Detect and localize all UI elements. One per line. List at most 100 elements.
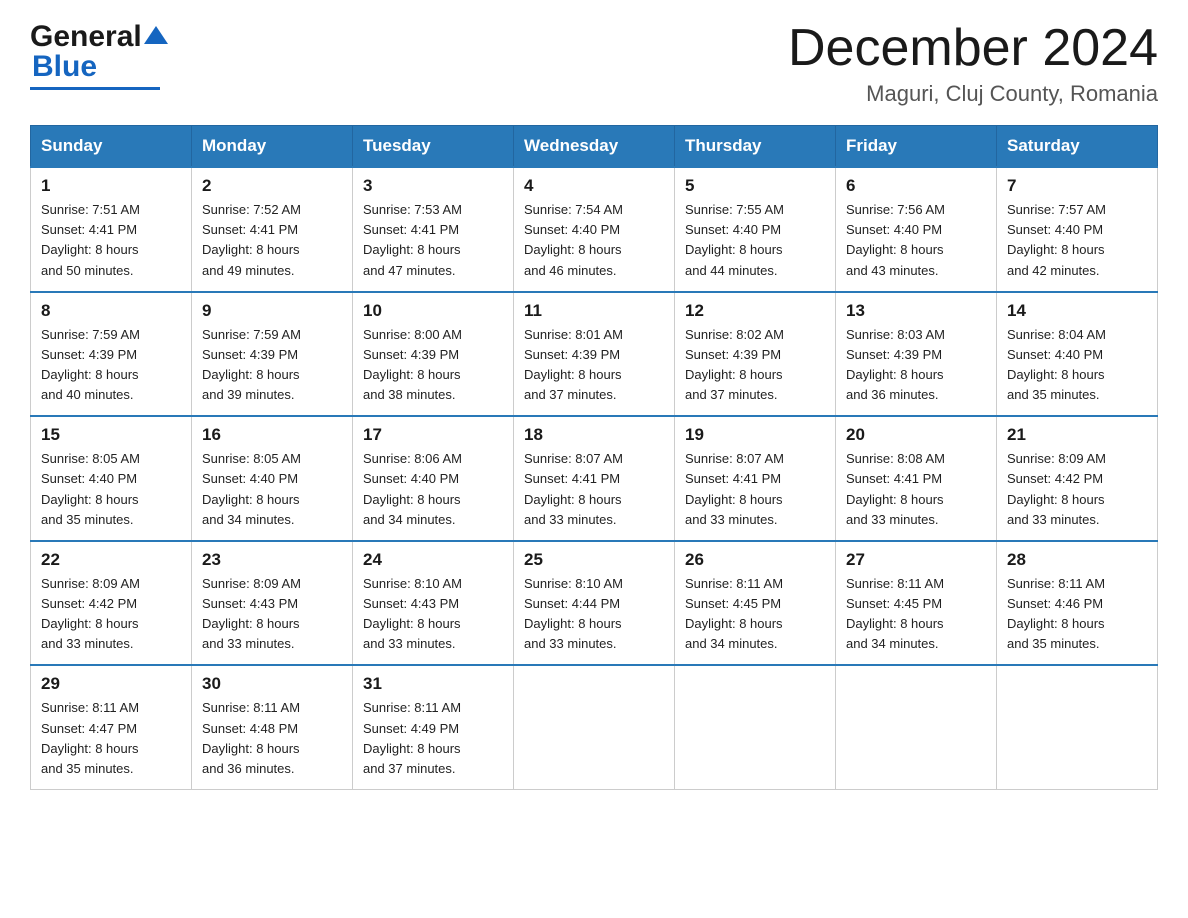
day-number: 18: [524, 425, 664, 445]
weekday-header-row: SundayMondayTuesdayWednesdayThursdayFrid…: [31, 126, 1158, 168]
day-info: Sunrise: 8:11 AM Sunset: 4:45 PM Dayligh…: [846, 574, 986, 655]
day-info: Sunrise: 8:07 AM Sunset: 4:41 PM Dayligh…: [685, 449, 825, 530]
day-cell-1: 1 Sunrise: 7:51 AM Sunset: 4:41 PM Dayli…: [31, 167, 192, 292]
day-info: Sunrise: 7:55 AM Sunset: 4:40 PM Dayligh…: [685, 200, 825, 281]
month-year-title: December 2024: [788, 20, 1158, 77]
day-number: 3: [363, 176, 503, 196]
day-info: Sunrise: 8:09 AM Sunset: 4:42 PM Dayligh…: [1007, 449, 1147, 530]
day-info: Sunrise: 7:56 AM Sunset: 4:40 PM Dayligh…: [846, 200, 986, 281]
day-info: Sunrise: 8:08 AM Sunset: 4:41 PM Dayligh…: [846, 449, 986, 530]
day-cell-25: 25 Sunrise: 8:10 AM Sunset: 4:44 PM Dayl…: [514, 541, 675, 666]
day-number: 13: [846, 301, 986, 321]
week-row-3: 15 Sunrise: 8:05 AM Sunset: 4:40 PM Dayl…: [31, 416, 1158, 541]
day-info: Sunrise: 7:52 AM Sunset: 4:41 PM Dayligh…: [202, 200, 342, 281]
day-cell-4: 4 Sunrise: 7:54 AM Sunset: 4:40 PM Dayli…: [514, 167, 675, 292]
week-row-1: 1 Sunrise: 7:51 AM Sunset: 4:41 PM Dayli…: [31, 167, 1158, 292]
day-info: Sunrise: 8:02 AM Sunset: 4:39 PM Dayligh…: [685, 325, 825, 406]
day-cell-31: 31 Sunrise: 8:11 AM Sunset: 4:49 PM Dayl…: [353, 665, 514, 789]
empty-cell: [514, 665, 675, 789]
day-cell-13: 13 Sunrise: 8:03 AM Sunset: 4:39 PM Dayl…: [836, 292, 997, 417]
day-cell-3: 3 Sunrise: 7:53 AM Sunset: 4:41 PM Dayli…: [353, 167, 514, 292]
location-subtitle: Maguri, Cluj County, Romania: [788, 81, 1158, 107]
day-cell-29: 29 Sunrise: 8:11 AM Sunset: 4:47 PM Dayl…: [31, 665, 192, 789]
day-number: 4: [524, 176, 664, 196]
day-number: 22: [41, 550, 181, 570]
day-number: 24: [363, 550, 503, 570]
day-cell-6: 6 Sunrise: 7:56 AM Sunset: 4:40 PM Dayli…: [836, 167, 997, 292]
day-info: Sunrise: 8:06 AM Sunset: 4:40 PM Dayligh…: [363, 449, 503, 530]
day-info: Sunrise: 8:03 AM Sunset: 4:39 PM Dayligh…: [846, 325, 986, 406]
day-number: 26: [685, 550, 825, 570]
day-info: Sunrise: 7:54 AM Sunset: 4:40 PM Dayligh…: [524, 200, 664, 281]
title-block: December 2024 Maguri, Cluj County, Roman…: [788, 20, 1158, 107]
weekday-header-wednesday: Wednesday: [514, 126, 675, 168]
day-cell-23: 23 Sunrise: 8:09 AM Sunset: 4:43 PM Dayl…: [192, 541, 353, 666]
day-number: 7: [1007, 176, 1147, 196]
day-cell-30: 30 Sunrise: 8:11 AM Sunset: 4:48 PM Dayl…: [192, 665, 353, 789]
day-cell-18: 18 Sunrise: 8:07 AM Sunset: 4:41 PM Dayl…: [514, 416, 675, 541]
day-cell-27: 27 Sunrise: 8:11 AM Sunset: 4:45 PM Dayl…: [836, 541, 997, 666]
day-number: 21: [1007, 425, 1147, 445]
day-number: 9: [202, 301, 342, 321]
day-number: 19: [685, 425, 825, 445]
day-number: 11: [524, 301, 664, 321]
day-cell-9: 9 Sunrise: 7:59 AM Sunset: 4:39 PM Dayli…: [192, 292, 353, 417]
day-cell-2: 2 Sunrise: 7:52 AM Sunset: 4:41 PM Dayli…: [192, 167, 353, 292]
day-number: 14: [1007, 301, 1147, 321]
day-cell-14: 14 Sunrise: 8:04 AM Sunset: 4:40 PM Dayl…: [997, 292, 1158, 417]
weekday-header-saturday: Saturday: [997, 126, 1158, 168]
weekday-header-tuesday: Tuesday: [353, 126, 514, 168]
day-cell-11: 11 Sunrise: 8:01 AM Sunset: 4:39 PM Dayl…: [514, 292, 675, 417]
weekday-header-sunday: Sunday: [31, 126, 192, 168]
day-number: 27: [846, 550, 986, 570]
day-number: 15: [41, 425, 181, 445]
day-cell-22: 22 Sunrise: 8:09 AM Sunset: 4:42 PM Dayl…: [31, 541, 192, 666]
day-info: Sunrise: 7:53 AM Sunset: 4:41 PM Dayligh…: [363, 200, 503, 281]
day-cell-19: 19 Sunrise: 8:07 AM Sunset: 4:41 PM Dayl…: [675, 416, 836, 541]
day-info: Sunrise: 8:11 AM Sunset: 4:45 PM Dayligh…: [685, 574, 825, 655]
day-info: Sunrise: 8:11 AM Sunset: 4:48 PM Dayligh…: [202, 698, 342, 779]
day-number: 31: [363, 674, 503, 694]
day-info: Sunrise: 8:05 AM Sunset: 4:40 PM Dayligh…: [41, 449, 181, 530]
day-info: Sunrise: 8:11 AM Sunset: 4:47 PM Dayligh…: [41, 698, 181, 779]
empty-cell: [997, 665, 1158, 789]
day-info: Sunrise: 8:04 AM Sunset: 4:40 PM Dayligh…: [1007, 325, 1147, 406]
empty-cell: [836, 665, 997, 789]
day-cell-21: 21 Sunrise: 8:09 AM Sunset: 4:42 PM Dayl…: [997, 416, 1158, 541]
day-number: 30: [202, 674, 342, 694]
day-number: 6: [846, 176, 986, 196]
day-number: 1: [41, 176, 181, 196]
day-cell-15: 15 Sunrise: 8:05 AM Sunset: 4:40 PM Dayl…: [31, 416, 192, 541]
day-info: Sunrise: 8:09 AM Sunset: 4:42 PM Dayligh…: [41, 574, 181, 655]
logo-general-text: General: [30, 20, 142, 54]
day-number: 2: [202, 176, 342, 196]
weekday-header-monday: Monday: [192, 126, 353, 168]
day-cell-10: 10 Sunrise: 8:00 AM Sunset: 4:39 PM Dayl…: [353, 292, 514, 417]
day-info: Sunrise: 7:59 AM Sunset: 4:39 PM Dayligh…: [41, 325, 181, 406]
week-row-5: 29 Sunrise: 8:11 AM Sunset: 4:47 PM Dayl…: [31, 665, 1158, 789]
day-cell-5: 5 Sunrise: 7:55 AM Sunset: 4:40 PM Dayli…: [675, 167, 836, 292]
day-cell-17: 17 Sunrise: 8:06 AM Sunset: 4:40 PM Dayl…: [353, 416, 514, 541]
day-number: 28: [1007, 550, 1147, 570]
day-number: 25: [524, 550, 664, 570]
weekday-header-friday: Friday: [836, 126, 997, 168]
day-info: Sunrise: 8:01 AM Sunset: 4:39 PM Dayligh…: [524, 325, 664, 406]
day-cell-24: 24 Sunrise: 8:10 AM Sunset: 4:43 PM Dayl…: [353, 541, 514, 666]
day-number: 10: [363, 301, 503, 321]
page-header: General Blue December 2024 Maguri, Cluj …: [30, 20, 1158, 107]
weekday-header-thursday: Thursday: [675, 126, 836, 168]
day-number: 16: [202, 425, 342, 445]
day-info: Sunrise: 8:10 AM Sunset: 4:43 PM Dayligh…: [363, 574, 503, 655]
day-info: Sunrise: 7:57 AM Sunset: 4:40 PM Dayligh…: [1007, 200, 1147, 281]
day-info: Sunrise: 8:07 AM Sunset: 4:41 PM Dayligh…: [524, 449, 664, 530]
day-cell-16: 16 Sunrise: 8:05 AM Sunset: 4:40 PM Dayl…: [192, 416, 353, 541]
logo-underline: [30, 87, 160, 90]
day-info: Sunrise: 7:51 AM Sunset: 4:41 PM Dayligh…: [41, 200, 181, 281]
day-info: Sunrise: 8:05 AM Sunset: 4:40 PM Dayligh…: [202, 449, 342, 530]
logo-blue-text: Blue: [32, 50, 97, 84]
week-row-4: 22 Sunrise: 8:09 AM Sunset: 4:42 PM Dayl…: [31, 541, 1158, 666]
day-cell-12: 12 Sunrise: 8:02 AM Sunset: 4:39 PM Dayl…: [675, 292, 836, 417]
day-info: Sunrise: 7:59 AM Sunset: 4:39 PM Dayligh…: [202, 325, 342, 406]
week-row-2: 8 Sunrise: 7:59 AM Sunset: 4:39 PM Dayli…: [31, 292, 1158, 417]
day-info: Sunrise: 8:11 AM Sunset: 4:49 PM Dayligh…: [363, 698, 503, 779]
